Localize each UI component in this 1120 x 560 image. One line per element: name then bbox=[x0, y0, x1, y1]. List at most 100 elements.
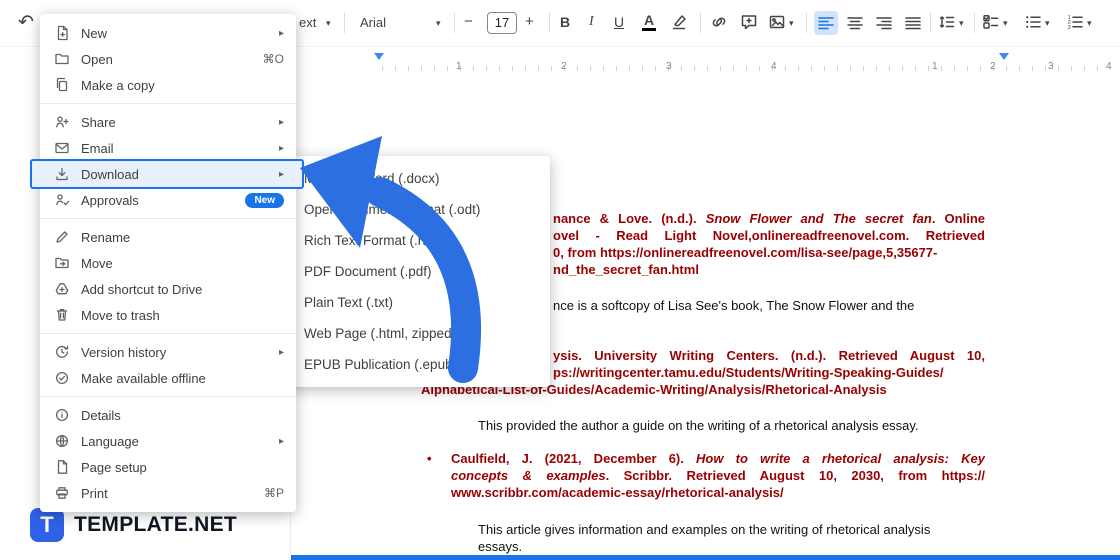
share-person-icon bbox=[56, 116, 69, 128]
body-line: essays. bbox=[478, 539, 523, 554]
submenu-arrow-icon: ▸ bbox=[278, 346, 284, 358]
align-center-button[interactable] bbox=[843, 11, 867, 35]
body-line: This article gives information and examp… bbox=[478, 522, 931, 537]
align-center-icon bbox=[847, 17, 863, 30]
menu-item-make-available-offline[interactable]: Make available offline bbox=[40, 365, 296, 391]
menu-item-download[interactable]: Download ▸ bbox=[30, 159, 304, 189]
font-family-dropdown[interactable]: Arial bbox=[360, 15, 386, 30]
ruler-number: 4 bbox=[1106, 61, 1112, 72]
menu-item-details[interactable]: Details bbox=[40, 402, 296, 428]
text-color-button[interactable]: A bbox=[641, 13, 657, 31]
email-icon bbox=[55, 142, 69, 154]
indent-marker[interactable] bbox=[999, 53, 1009, 60]
toolbar-divider bbox=[454, 13, 455, 33]
insert-image-icon[interactable] bbox=[768, 13, 786, 31]
menu-item-move-to-trash[interactable]: Move to trash bbox=[40, 302, 296, 328]
info-icon bbox=[55, 408, 69, 422]
chevron-down-icon: ▾ bbox=[1045, 18, 1050, 28]
menu-item-new[interactable]: New ▸ bbox=[40, 20, 296, 46]
menu-item-make-a-copy[interactable]: Make a copy bbox=[40, 72, 296, 98]
submenu-item-txt[interactable]: Plain Text (.txt) bbox=[288, 287, 550, 318]
file-menu: New ▸ Open ⌘O Make a copy Share ▸ Email … bbox=[30, 14, 304, 512]
menu-item-move[interactable]: Move bbox=[40, 250, 296, 276]
align-right-button[interactable] bbox=[872, 11, 896, 35]
reference-line: www.scribbr.com/academic-essay/rhetorica… bbox=[451, 485, 784, 500]
menu-divider bbox=[40, 218, 296, 219]
menu-item-approvals[interactable]: Approvals New bbox=[40, 187, 296, 213]
chevron-down-icon: ▾ bbox=[1087, 18, 1092, 28]
text-color-swatch bbox=[642, 28, 656, 31]
menu-item-page-setup[interactable]: Page setup bbox=[40, 454, 296, 480]
font-size-input[interactable]: 17 bbox=[487, 12, 517, 34]
menu-item-add-shortcut-to-drive[interactable]: Add shortcut to Drive bbox=[40, 276, 296, 302]
chevron-down-icon: ▾ bbox=[1003, 18, 1008, 28]
add-comment-icon[interactable] bbox=[740, 13, 758, 31]
submenu-item-odt[interactable]: OpenDocument Format (.odt) bbox=[288, 194, 550, 225]
body-line: This provided the author a guide on the … bbox=[478, 418, 919, 433]
reference-line: nance & Love. (n.d.). Snow Flower and Th… bbox=[553, 211, 985, 226]
ruler-number: 1 bbox=[456, 61, 462, 72]
align-left-button[interactable] bbox=[814, 11, 838, 35]
shortcut-label: ⌘O bbox=[262, 52, 284, 66]
version-history-icon bbox=[56, 345, 69, 358]
menu-item-email[interactable]: Email ▸ bbox=[40, 135, 296, 161]
submenu-item-docx[interactable]: Microsoft Word (.docx) bbox=[288, 163, 550, 194]
copy-icon bbox=[56, 77, 68, 92]
menu-item-share[interactable]: Share ▸ bbox=[40, 109, 296, 135]
toolbar-divider bbox=[344, 13, 345, 33]
ruler-number: 1 bbox=[932, 61, 938, 72]
chevron-down-icon: ▾ bbox=[436, 18, 441, 28]
bold-button[interactable]: B bbox=[560, 14, 570, 30]
drive-shortcut-icon bbox=[55, 283, 69, 295]
menu-item-rename[interactable]: Rename bbox=[40, 224, 296, 250]
menu-item-open[interactable]: Open ⌘O bbox=[40, 46, 296, 72]
chevron-down-icon: ▾ bbox=[959, 18, 964, 28]
numbered-list-icon[interactable]: 1 2 3 bbox=[1066, 13, 1084, 31]
checklist-icon[interactable] bbox=[982, 13, 1000, 31]
download-submenu: Microsoft Word (.docx) OpenDocument Form… bbox=[288, 156, 550, 387]
align-right-icon bbox=[876, 17, 892, 30]
paragraph-style-dropdown[interactable]: ext bbox=[299, 15, 316, 30]
justify-button[interactable] bbox=[901, 11, 925, 35]
decrease-font-size-button[interactable]: − bbox=[464, 13, 473, 30]
submenu-arrow-icon: ▸ bbox=[278, 435, 284, 447]
submenu-item-rtf[interactable]: Rich Text Format (.rtf) bbox=[288, 225, 550, 256]
submenu-arrow-icon: ▸ bbox=[278, 142, 284, 154]
bullet-icon: • bbox=[427, 451, 432, 466]
line-spacing-icon[interactable] bbox=[938, 13, 956, 31]
menu-item-print[interactable]: Print ⌘P bbox=[40, 480, 296, 506]
download-icon bbox=[56, 167, 68, 181]
logo-mark: T bbox=[30, 508, 64, 542]
undo-icon[interactable]: ↶ bbox=[18, 11, 34, 34]
print-icon bbox=[56, 487, 68, 499]
template-net-logo: T TEMPLATE.NET bbox=[30, 508, 237, 542]
italic-button[interactable]: I bbox=[589, 14, 594, 30]
body-line: nce is a softcopy of Lisa See's book, Th… bbox=[553, 298, 915, 313]
trash-icon bbox=[56, 309, 68, 321]
justify-icon bbox=[905, 17, 921, 30]
submenu-item-pdf[interactable]: PDF Document (.pdf) bbox=[288, 256, 550, 287]
reference-line: Caulfield, J. (2021, December 6). How to… bbox=[451, 451, 985, 466]
indent-marker[interactable] bbox=[374, 53, 384, 60]
rename-icon bbox=[56, 231, 68, 243]
new-badge: New bbox=[245, 192, 284, 208]
new-document-icon bbox=[57, 25, 68, 41]
chevron-down-icon: ▾ bbox=[326, 18, 331, 28]
submenu-item-epub[interactable]: EPUB Publication (.epub) bbox=[288, 349, 550, 380]
reference-line: ysis. University Writing Centers. (n.d.)… bbox=[553, 348, 985, 363]
menu-item-language[interactable]: Language ▸ bbox=[40, 428, 296, 454]
menu-item-version-history[interactable]: Version history ▸ bbox=[40, 339, 296, 365]
reference-line: 0, from https://onlinereadfreenovel.com/… bbox=[553, 245, 938, 260]
submenu-item-html[interactable]: Web Page (.html, zipped) bbox=[288, 318, 550, 349]
approvals-icon bbox=[56, 194, 70, 206]
insert-link-icon[interactable] bbox=[710, 13, 728, 31]
ruler-number: 3 bbox=[666, 61, 672, 72]
folder-open-icon bbox=[55, 53, 69, 65]
highlight-color-icon[interactable] bbox=[670, 13, 688, 31]
underline-button[interactable]: U bbox=[614, 14, 624, 30]
svg-text:3: 3 bbox=[1068, 25, 1071, 31]
submenu-arrow-icon: ▸ bbox=[278, 27, 284, 39]
increase-font-size-button[interactable]: + bbox=[525, 13, 534, 30]
bulleted-list-icon[interactable] bbox=[1024, 13, 1042, 31]
menu-divider bbox=[40, 396, 296, 397]
